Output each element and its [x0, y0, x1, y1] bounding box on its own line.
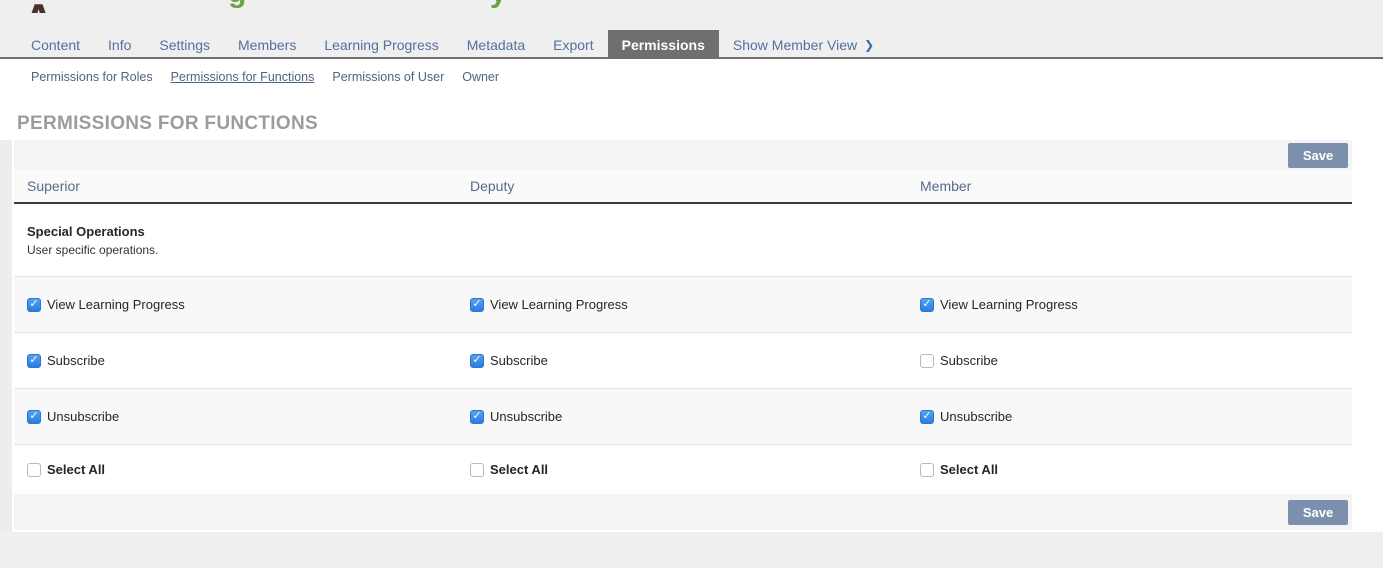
subtab-permissions-of-user[interactable]: Permissions of User [323, 70, 453, 84]
checkbox-unchecked-icon[interactable] [470, 462, 484, 477]
checkbox-view-learning-progress-superior[interactable]: ✓ View Learning Progress [27, 297, 470, 312]
tab-learning-progress[interactable]: Learning Progress [310, 30, 452, 59]
permission-row-unsubscribe: ✓ Unsubscribe ✓ Unsubscribe ✓ Unsubscribe [14, 389, 1352, 445]
sub-tab-bar: Permissions for Roles Permissions for Fun… [22, 65, 508, 89]
save-button-bottom[interactable]: Save [1288, 499, 1348, 525]
check-icon: ✓ [29, 410, 39, 422]
column-header-deputy: Deputy [470, 178, 515, 194]
checkbox-label: View Learning Progress [47, 297, 185, 312]
permission-row-view-learning-progress: ✓ View Learning Progress ✓ View Learning Pr… [14, 277, 1352, 333]
check-icon: ✓ [472, 298, 482, 310]
checkbox-checked-icon[interactable]: ✓ [27, 409, 41, 424]
check-icon: ✓ [922, 298, 932, 310]
check-icon: ✓ [472, 410, 482, 422]
permission-row-subscribe: ✓ Subscribe ✓ Subscribe Subscribe [14, 333, 1352, 389]
logo-fragment: A [22, 0, 68, 13]
permission-row-select-all: Select All Select All Select All [14, 445, 1352, 494]
column-header-superior: Superior [27, 178, 80, 194]
tab-content[interactable]: Content [17, 30, 94, 59]
tab-label: Permissions [621, 36, 705, 53]
tab-label: Content [31, 36, 81, 53]
check-icon: ✓ [29, 354, 39, 366]
tab-show-member-view[interactable]: Show Member View ❯ [719, 30, 888, 59]
checkbox-unsubscribe-member[interactable]: ✓ Unsubscribe [920, 409, 1352, 424]
subtab-permissions-for-functions[interactable]: Permissions for Functions [162, 70, 324, 84]
checkbox-label: Select All [47, 462, 106, 477]
table-toolbar-bottom: Save [14, 494, 1352, 530]
left-gutter [0, 140, 12, 532]
table-toolbar-top: Save [14, 140, 1352, 170]
tab-label: Show Member View [732, 36, 858, 53]
checkbox-label: Unsubscribe [47, 409, 120, 424]
checkbox-subscribe-superior[interactable]: ✓ Subscribe [27, 353, 470, 368]
checkbox-checked-icon[interactable]: ✓ [920, 297, 934, 312]
checkbox-checked-icon[interactable]: ✓ [27, 353, 41, 368]
checkbox-label: Unsubscribe [940, 409, 1013, 424]
checkbox-checked-icon[interactable]: ✓ [470, 297, 484, 312]
section-title: Special Operations [27, 224, 145, 239]
check-icon: ✓ [922, 410, 932, 422]
checkbox-label: Subscribe [47, 353, 105, 368]
checkbox-label: Subscribe [490, 353, 548, 368]
chevron-right-icon: ❯ [864, 37, 875, 52]
page-bottom-background [0, 532, 1383, 568]
checkbox-checked-icon[interactable]: ✓ [470, 353, 484, 368]
subtab-permissions-for-roles[interactable]: Permissions for Roles [22, 70, 162, 84]
tab-label: Settings [159, 36, 210, 53]
tab-members[interactable]: Members [224, 30, 310, 59]
checkbox-unchecked-icon[interactable] [27, 462, 41, 477]
logo-letter: A [22, 0, 55, 13]
tab-label: Members [238, 36, 297, 53]
clipped-title-fragment: g [228, 0, 262, 11]
tab-metadata[interactable]: Metadata [453, 30, 539, 59]
checkbox-label: View Learning Progress [940, 297, 1078, 312]
section-header-row: Special Operations User specific operati… [14, 204, 1352, 277]
main-tab-bar: Content Info Settings Members Learning Progr… [17, 30, 888, 59]
tab-settings[interactable]: Settings [145, 30, 224, 59]
tab-permissions[interactable]: Permissions [607, 30, 719, 59]
checkbox-checked-icon[interactable]: ✓ [470, 409, 484, 424]
top-header-strip: A g y Content Info Settings Members Learning… [0, 0, 1383, 59]
page-title: PERMISSIONS FOR FUNCTIONS [17, 113, 318, 134]
checkbox-label: View Learning Progress [490, 297, 628, 312]
tab-label: Export [553, 36, 594, 53]
check-icon: ✓ [29, 298, 39, 310]
checkbox-select-all-member[interactable]: Select All [920, 462, 1352, 477]
checkbox-label: Select All [490, 462, 549, 477]
checkbox-subscribe-deputy[interactable]: ✓ Subscribe [470, 353, 920, 368]
permissions-table: Save Superior Deputy Member Special Oper… [14, 140, 1352, 530]
permission-rows: ✓ View Learning Progress ✓ View Learning Pr… [14, 277, 1352, 494]
checkbox-view-learning-progress-member[interactable]: ✓ View Learning Progress [920, 297, 1352, 312]
checkbox-unsubscribe-deputy[interactable]: ✓ Unsubscribe [470, 409, 920, 424]
table-header-row: Superior Deputy Member [14, 170, 1352, 204]
tab-label: Learning Progress [324, 36, 439, 53]
checkbox-label: Select All [940, 462, 999, 477]
subtab-owner[interactable]: Owner [453, 70, 508, 84]
checkbox-label: Unsubscribe [490, 409, 563, 424]
save-button-top[interactable]: Save [1288, 142, 1348, 168]
tab-info[interactable]: Info [94, 30, 145, 59]
checkbox-view-learning-progress-deputy[interactable]: ✓ View Learning Progress [470, 297, 920, 312]
column-header-member: Member [920, 178, 972, 194]
checkbox-select-all-superior[interactable]: Select All [27, 462, 470, 477]
checkbox-label: Subscribe [940, 353, 998, 368]
section-description: User specific operations. [27, 243, 159, 257]
tab-label: Metadata [466, 36, 526, 53]
checkbox-select-all-deputy[interactable]: Select All [470, 462, 920, 477]
checkbox-checked-icon[interactable]: ✓ [27, 297, 41, 312]
checkbox-checked-icon[interactable]: ✓ [920, 409, 934, 424]
checkbox-unchecked-icon[interactable] [920, 353, 934, 368]
check-icon: ✓ [472, 354, 482, 366]
tab-export[interactable]: Export [539, 30, 607, 59]
checkbox-unchecked-icon[interactable] [920, 462, 934, 477]
checkbox-unsubscribe-superior[interactable]: ✓ Unsubscribe [27, 409, 470, 424]
clipped-title-fragment: y [490, 0, 520, 11]
tab-label: Info [108, 36, 132, 53]
checkbox-subscribe-member[interactable]: Subscribe [920, 353, 1352, 368]
